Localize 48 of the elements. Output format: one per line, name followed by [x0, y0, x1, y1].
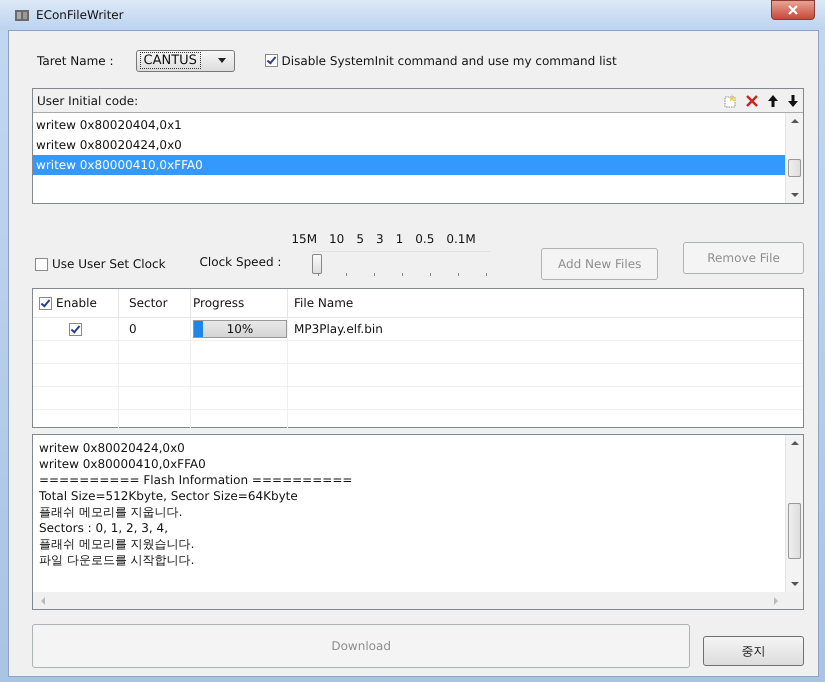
- code-list-item[interactable]: writew 0x80020424,0x0: [33, 135, 785, 155]
- tick-label: 0.1M: [446, 232, 476, 246]
- use-user-set-clock-checkbox[interactable]: [35, 258, 48, 270]
- column-header[interactable]: Sector: [119, 289, 191, 317]
- target-name-label: Taret Name :: [37, 54, 114, 68]
- app-icon: [14, 8, 30, 22]
- tick-label: 1: [396, 232, 404, 246]
- delete-icon[interactable]: [745, 94, 759, 108]
- vertical-scrollbar[interactable]: [785, 435, 803, 592]
- use-user-set-clock-label: Use User Set Clock: [52, 257, 166, 271]
- tick-label: 5: [356, 232, 364, 246]
- dropdown-arrow-icon: [218, 58, 226, 63]
- file-name-cell: MP3Play.elf.bin: [294, 322, 383, 336]
- clock-speed-label: Clock Speed :: [200, 255, 282, 269]
- horizontal-scrollbar[interactable]: [33, 592, 803, 609]
- tick-label: 3: [376, 232, 384, 246]
- column-header[interactable]: Enable: [56, 296, 97, 310]
- new-item-icon[interactable]: [723, 94, 737, 108]
- log-line: 플래쉬 메모리를 지웁니다.: [39, 504, 184, 520]
- stop-button[interactable]: 중지: [703, 636, 804, 666]
- close-icon: [787, 5, 799, 15]
- log-line: ========== Flash Information ==========: [39, 472, 354, 488]
- vertical-scrollbar[interactable]: [785, 113, 803, 203]
- log-line: writew 0x80000410,0xFFA0: [39, 456, 207, 472]
- progress-text: 10%: [226, 322, 254, 336]
- disable-systeminit-label: Disable SystemInit command and use my command list: [282, 54, 617, 68]
- target-name-dropdown[interactable]: CANTUS: [136, 50, 235, 72]
- slider-thumb[interactable]: [312, 254, 322, 274]
- tick-label: 0.5: [415, 232, 434, 246]
- sector-cell: 0: [129, 322, 137, 336]
- enable-all-checkbox[interactable]: [39, 296, 52, 310]
- log-line: Sectors : 0, 1, 2, 3, 4,: [39, 520, 170, 536]
- disable-systeminit-checkbox[interactable]: [264, 54, 278, 67]
- up-arrow-icon[interactable]: [767, 94, 779, 108]
- log-line: 파일 다운로드를 시작합니다.: [39, 552, 196, 568]
- window-title: EConFileWriter: [36, 8, 124, 22]
- column-header[interactable]: File Name: [288, 289, 803, 317]
- tick-label: 10: [329, 232, 344, 246]
- user-initial-code-label: User Initial code:: [37, 94, 138, 108]
- enable-checkbox[interactable]: [69, 322, 82, 336]
- tick-label: 15M: [291, 232, 318, 246]
- log-line: 플래쉬 메모리를 지웠습니다.: [39, 536, 196, 552]
- log-line: Total Size=512Kbyte, Sector Size=64Kbyte: [39, 488, 299, 504]
- down-arrow-icon[interactable]: [787, 94, 799, 108]
- close-button[interactable]: [771, 0, 815, 20]
- column-header[interactable]: Progress: [191, 289, 288, 317]
- code-list-item[interactable]: writew 0x80020404,0x1: [33, 115, 785, 135]
- log-line: writew 0x80020424,0x0: [39, 440, 186, 456]
